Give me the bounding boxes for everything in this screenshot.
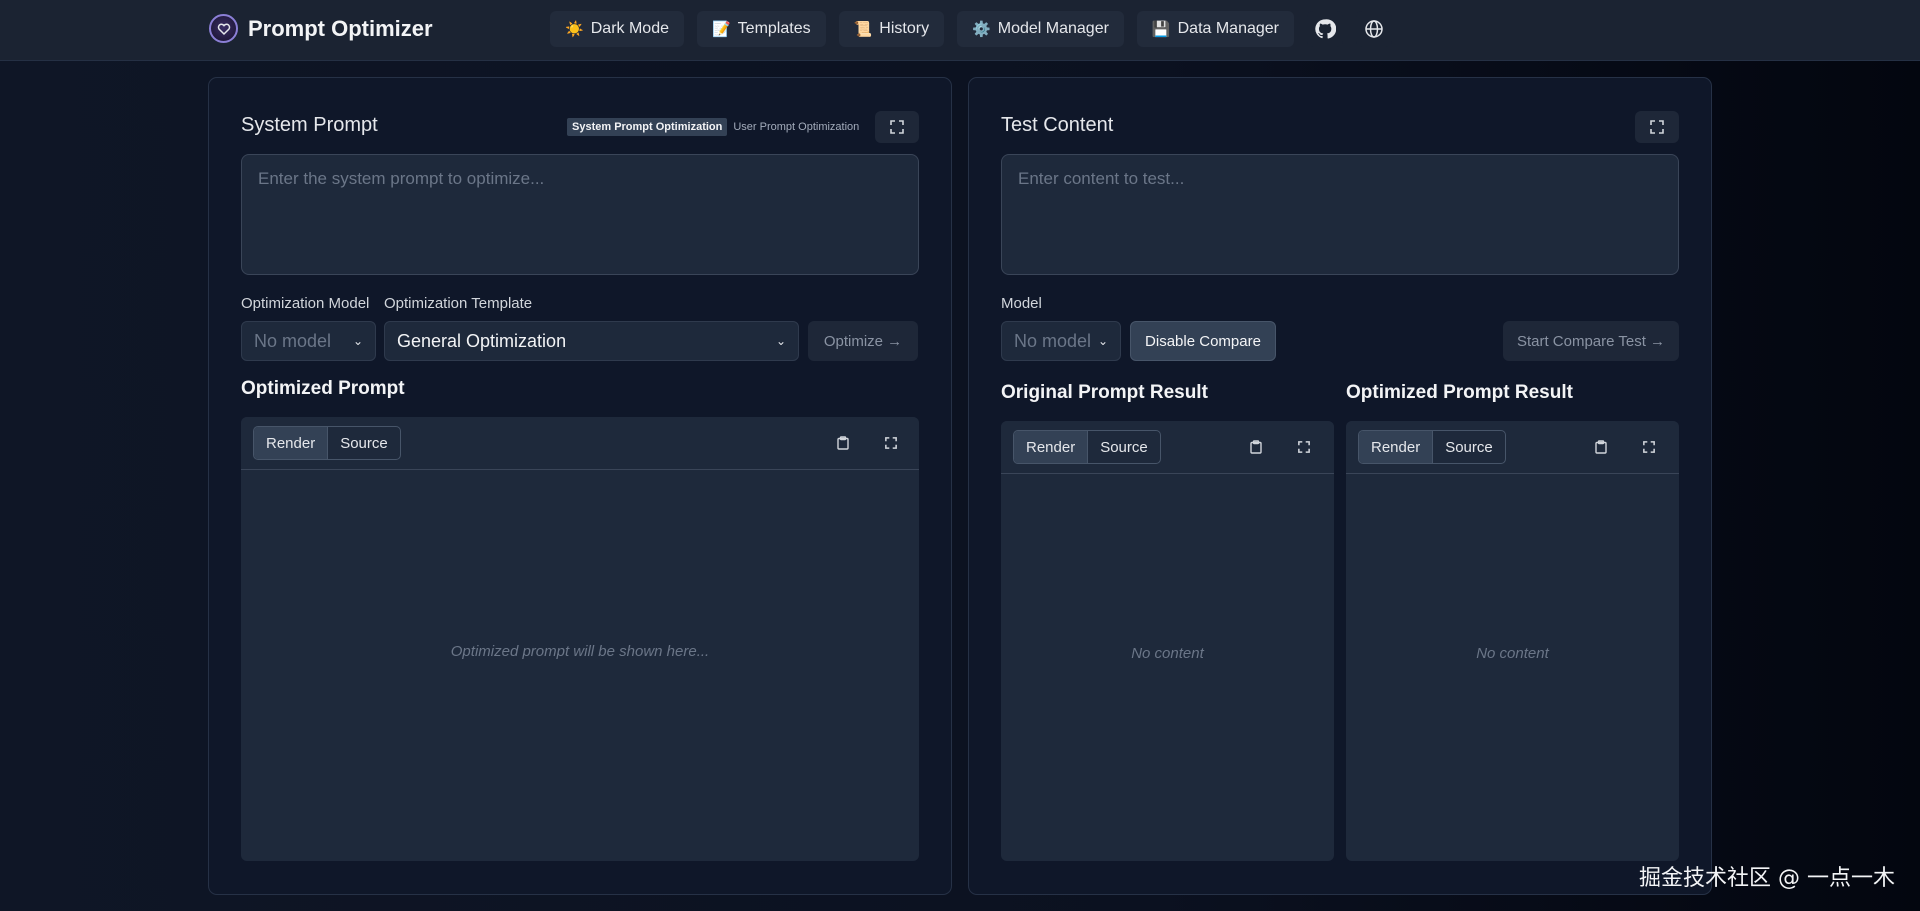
nav-bar: ☀️ Dark Mode 📝 Templates 📜 History ⚙️ Mo… [550, 11, 1392, 47]
clipboard-icon [837, 436, 849, 450]
copy-button[interactable] [1246, 437, 1266, 457]
model-label: Model [1001, 295, 1042, 312]
optimization-template-label: Optimization Template [384, 295, 533, 312]
template-value: General Optimization [397, 330, 567, 351]
copy-button[interactable] [1591, 437, 1611, 457]
clipboard-icon [1595, 440, 1607, 454]
original-result-output: Render Source No content [1001, 421, 1334, 861]
render-tab[interactable]: Render [254, 427, 328, 459]
model-value: No model [1014, 330, 1092, 351]
start-compare-test-button[interactable]: Start Compare Test → [1503, 321, 1679, 361]
globe-icon [1365, 20, 1383, 38]
expand-icon [1650, 120, 1664, 134]
nav-label: Dark Mode [590, 20, 669, 37]
optimized-prompt-output: Render Source Optimized prompt will be s… [241, 417, 919, 861]
test-panel: Test Content Model No model ⌄ Disable Co… [968, 77, 1712, 895]
document-icon: 📝 [711, 20, 731, 38]
floppy-disk-icon: 💾 [1151, 20, 1171, 38]
fullscreen-button[interactable] [881, 433, 901, 453]
copy-button[interactable] [833, 433, 853, 453]
optimize-button[interactable]: Optimize → [808, 321, 918, 361]
data-manager-button[interactable]: 💾 Data Manager [1136, 11, 1294, 47]
nav-label: Model Manager [997, 20, 1109, 37]
app-title: Prompt Optimizer [248, 15, 433, 41]
system-prompt-panel: System Prompt System Prompt Optimization… [208, 77, 952, 895]
optimization-template-select[interactable]: General Optimization ⌄ [384, 321, 799, 361]
nav-label: Data Manager [1177, 20, 1279, 37]
optimization-model-select[interactable]: No model ⌄ [241, 321, 376, 361]
dark-mode-button[interactable]: ☀️ Dark Mode [550, 11, 684, 47]
gear-icon: ⚙️ [972, 20, 991, 38]
source-tab[interactable]: Source [1432, 431, 1505, 463]
optimized-result-title: Optimized Prompt Result [1346, 382, 1573, 403]
optimization-mode-tabs: System Prompt Optimization User Prompt O… [567, 118, 859, 136]
test-content-input[interactable] [1001, 154, 1679, 275]
clipboard-icon [1250, 440, 1262, 454]
expand-input-button[interactable] [875, 111, 919, 143]
chevron-down-icon: ⌄ [352, 334, 363, 348]
view-mode-toggle: Render Source [253, 426, 401, 460]
fullscreen-button[interactable] [1294, 437, 1314, 457]
model-manager-button[interactable]: ⚙️ Model Manager [957, 11, 1124, 47]
expand-icon [890, 120, 904, 134]
scroll-icon: 📜 [853, 20, 873, 38]
watermark-text: 掘金技术社区 @ 一点一木 [1639, 866, 1895, 891]
disable-compare-button[interactable]: Disable Compare [1130, 321, 1276, 361]
optimized-result-output: Render Source No content [1346, 421, 1679, 861]
model-value: No model [254, 330, 332, 351]
brand[interactable]: Prompt Optimizer [209, 14, 433, 43]
language-button[interactable] [1356, 11, 1392, 47]
github-button[interactable] [1307, 11, 1343, 47]
output-placeholder: Optimized prompt will be shown here... [450, 643, 710, 660]
sun-icon: ☀️ [565, 20, 584, 38]
heart-bubble-icon [209, 14, 238, 43]
system-prompt-title: System Prompt [241, 114, 378, 136]
system-prompt-input[interactable] [241, 154, 919, 275]
history-button[interactable]: 📜 History [838, 11, 945, 47]
output-toolbar: Render Source [241, 417, 919, 470]
tab-user-prompt-optimization[interactable]: User Prompt Optimization [733, 121, 859, 133]
output-toolbar: Render Source [1001, 421, 1334, 474]
nav-label: Templates [737, 20, 811, 37]
chevron-down-icon: ⌄ [775, 334, 786, 348]
source-tab[interactable]: Source [327, 427, 400, 459]
expand-icon [1643, 441, 1655, 453]
nav-label: History [879, 20, 930, 37]
chevron-down-icon: ⌄ [1097, 334, 1108, 348]
original-result-title: Original Prompt Result [1001, 382, 1208, 403]
view-mode-toggle: Render Source [1358, 430, 1506, 464]
fullscreen-button[interactable] [1639, 437, 1659, 457]
output-toolbar: Render Source [1346, 421, 1679, 474]
tab-system-prompt-optimization[interactable]: System Prompt Optimization [567, 118, 728, 136]
empty-placeholder: No content [1476, 645, 1549, 662]
view-mode-toggle: Render Source [1013, 430, 1161, 464]
render-tab[interactable]: Render [1014, 431, 1088, 463]
source-tab[interactable]: Source [1087, 431, 1160, 463]
expand-icon [885, 437, 897, 449]
test-model-select[interactable]: No model ⌄ [1001, 321, 1121, 361]
test-content-title: Test Content [1001, 114, 1114, 136]
github-icon [1315, 19, 1336, 39]
expand-icon [1298, 441, 1310, 453]
empty-placeholder: No content [1131, 645, 1204, 662]
optimization-model-label: Optimization Model [241, 295, 370, 312]
expand-test-input-button[interactable] [1635, 111, 1679, 143]
optimized-prompt-title: Optimized Prompt [241, 378, 405, 399]
render-tab[interactable]: Render [1359, 431, 1433, 463]
top-header: Prompt Optimizer ☀️ Dark Mode 📝 Template… [0, 0, 1920, 61]
templates-button[interactable]: 📝 Templates [696, 11, 826, 47]
